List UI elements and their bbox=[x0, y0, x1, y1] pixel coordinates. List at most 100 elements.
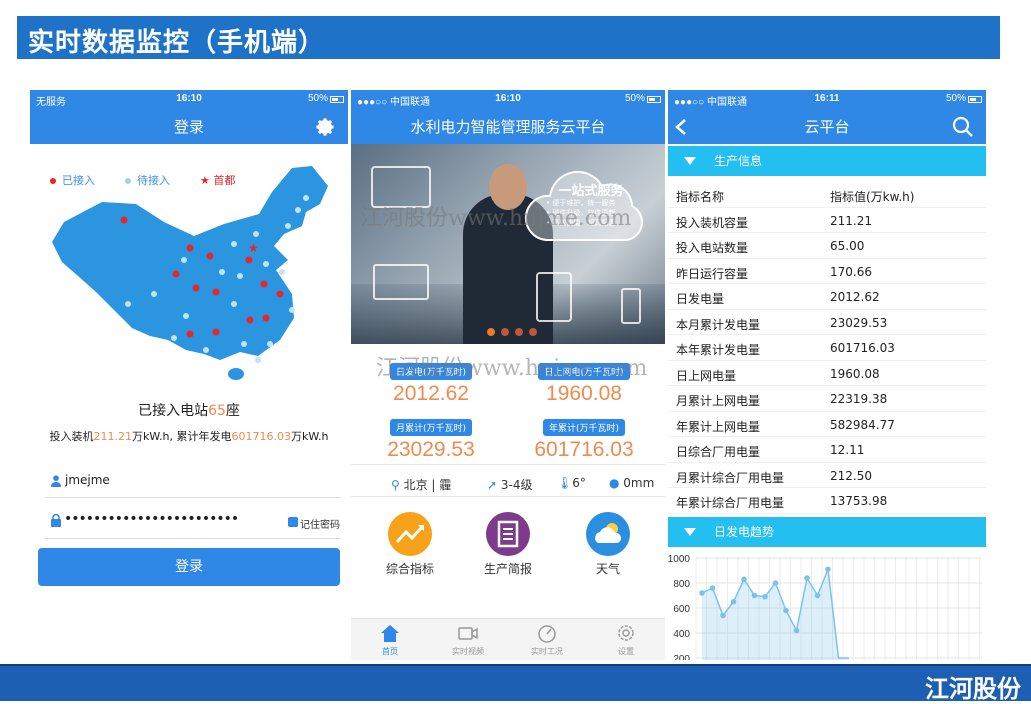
thermometer-icon: 🌡 bbox=[557, 476, 573, 490]
section-daily-trend[interactable]: 日发电趋势 bbox=[668, 517, 986, 547]
nav-bar: 登录 bbox=[30, 110, 348, 144]
y-tick-label: 600 bbox=[673, 604, 690, 615]
y-tick-label: 400 bbox=[673, 629, 690, 640]
capital-star-icon: ★ bbox=[248, 241, 259, 255]
checkbox-icon bbox=[288, 517, 298, 527]
password-underline bbox=[45, 538, 341, 539]
indicators-app-icon[interactable] bbox=[388, 512, 432, 556]
briefing-app-icon[interactable] bbox=[486, 512, 530, 556]
china-map: ★ bbox=[52, 166, 328, 380]
remember-password-checkbox[interactable]: 记住密码 bbox=[288, 516, 348, 531]
divider bbox=[351, 464, 665, 465]
nav-title: 登录 bbox=[173, 118, 204, 136]
back-chevron-icon[interactable] bbox=[674, 118, 688, 136]
hainan-island bbox=[228, 368, 244, 380]
table-row: 日发电量 2012.62 bbox=[668, 284, 986, 310]
cloud-phone-screen: ●●●○○ 中国联通 16:11 50% 云平台 生产信息 指标名称 指标值(万… bbox=[668, 90, 986, 660]
data-point bbox=[772, 580, 779, 586]
username-underline bbox=[45, 497, 341, 498]
capacity-summary: 投入装机211.21万kW.h, 累计年发电601716.03万kW.h bbox=[49, 430, 329, 443]
gauge-icon bbox=[538, 625, 556, 643]
status-time: 16:10 bbox=[176, 93, 202, 104]
weather-app-icon[interactable] bbox=[586, 512, 630, 556]
stat-monthly-total[interactable]: 月累计(万千瓦时) 23029.53 bbox=[356, 416, 506, 462]
status-time: 16:11 bbox=[814, 93, 840, 104]
data-point bbox=[804, 575, 810, 581]
table-row: 投入装机容量 211.21 bbox=[668, 208, 986, 233]
data-point bbox=[741, 576, 747, 583]
table-row: 日上网电量 1960.08 bbox=[668, 361, 986, 386]
table-row: 昨日运行容量 170.66 bbox=[668, 259, 986, 284]
caret-down-icon bbox=[684, 528, 696, 536]
indicator-name: 日发电量 bbox=[676, 292, 725, 306]
indicator-value: 582984.77 bbox=[830, 417, 895, 432]
indicator-value: 601716.03 bbox=[830, 341, 895, 355]
battery-icon bbox=[330, 96, 344, 103]
search-icon[interactable] bbox=[952, 116, 974, 138]
password-value: •••••••••••••••••••••••• bbox=[64, 511, 239, 527]
table-row: 年累计上网电量 582984.77 bbox=[668, 412, 986, 437]
login-phone-screen: 无服务 16:10 50% 登录 已接入 待接入 ★ 首都 ★ 已接入电站65座… bbox=[30, 90, 348, 660]
nav-title: 水利电力智能管理服务云平台 bbox=[410, 118, 606, 136]
slide-title: 实时数据监控（手机端） bbox=[28, 28, 326, 58]
stat-value: 601716.03 bbox=[534, 438, 634, 461]
nav-bar: 水利电力智能管理服务云平台 bbox=[351, 110, 665, 144]
status-bar: 无服务 16:10 50% bbox=[30, 90, 348, 110]
promo-banner[interactable]: 一站式服务 • 便于维护，统一服务 • 硬件升级，软件更新 • 高效快捷，超高配… bbox=[351, 144, 665, 344]
lock-icon bbox=[51, 514, 61, 527]
indicator-name: 日上网电量 bbox=[676, 368, 737, 383]
indicator-name: 本月累计发电量 bbox=[676, 317, 761, 332]
indicator-value: 23029.53 bbox=[830, 315, 888, 330]
battery-label: 50% bbox=[307, 93, 328, 104]
video-camera-icon bbox=[458, 627, 478, 640]
briefing-app-label[interactable]: 生产简报 bbox=[468, 560, 548, 577]
stat-label: 月累计(万千瓦时) bbox=[389, 419, 473, 436]
gear-icon[interactable] bbox=[314, 116, 336, 138]
indicator-name: 月累计综合厂用电量 bbox=[676, 470, 785, 485]
status-bar: ●●●○○ 中国联通 16:10 50% bbox=[351, 90, 665, 110]
section-production-info[interactable]: 生产信息 bbox=[668, 146, 986, 176]
user-icon bbox=[51, 475, 61, 487]
tab-live-status[interactable]: 实时工况 bbox=[508, 623, 586, 657]
indicators-app-label[interactable]: 综合指标 bbox=[370, 560, 450, 577]
username-field[interactable]: jmejme bbox=[45, 470, 341, 492]
home-icon bbox=[381, 625, 399, 642]
data-point bbox=[730, 598, 737, 605]
tab-live-video[interactable]: 实时视频 bbox=[429, 623, 507, 657]
username-value: jmejme bbox=[65, 473, 110, 487]
stations-count: 65 bbox=[208, 403, 226, 419]
indicator-name: 年累计综合厂用电量 bbox=[676, 496, 785, 510]
caret-down-icon bbox=[684, 157, 696, 165]
y-tick-label: 200 bbox=[673, 654, 690, 660]
watermark-text: 江河股份www.hnjme.com bbox=[360, 206, 632, 231]
indicator-name: 本年累计发电量 bbox=[676, 343, 761, 357]
raindrop-icon: ● bbox=[609, 476, 624, 490]
nav-title: 云平台 bbox=[804, 118, 850, 136]
indicator-value: 211.21 bbox=[830, 213, 872, 228]
wind-arrow-icon: ➚ bbox=[487, 478, 501, 492]
phone-icon bbox=[621, 288, 641, 324]
annual-gen-value: 601716.03 bbox=[231, 430, 292, 443]
weather-app-label[interactable]: 天气 bbox=[568, 560, 648, 577]
watermark-text: 江河股份www.hnjme.com bbox=[376, 356, 648, 381]
nav-bar: 云平台 bbox=[668, 110, 986, 144]
stat-annual-total[interactable]: 年累计(万千瓦时) 601716.03 bbox=[509, 416, 659, 462]
indicator-value: 22319.38 bbox=[830, 392, 888, 406]
data-point bbox=[793, 627, 800, 634]
indicator-value: 12.11 bbox=[830, 443, 865, 457]
y-tick-label: 1000 bbox=[668, 554, 690, 565]
table-header: 指标名称 指标值(万kw.h) bbox=[668, 182, 986, 208]
footer-brand: 江河股份 bbox=[925, 675, 1021, 703]
table-row: 月累计上网电量 22319.38 bbox=[668, 386, 986, 412]
indicator-name: 月累计上网电量 bbox=[676, 394, 761, 408]
tab-home[interactable]: 首页 bbox=[351, 623, 429, 657]
table-row: 投入电站数量 65.00 bbox=[668, 233, 986, 259]
carousel-dots[interactable] bbox=[481, 328, 541, 338]
indicator-name: 年累计上网电量 bbox=[676, 419, 761, 434]
indicator-name: 投入装机容量 bbox=[676, 215, 749, 230]
indicator-name: 投入电站数量 bbox=[676, 241, 749, 255]
tab-settings[interactable]: 设置 bbox=[587, 623, 665, 657]
data-point bbox=[762, 593, 768, 600]
banner-heading: 一站式服务 bbox=[558, 184, 624, 199]
login-button[interactable]: 登录 bbox=[38, 548, 340, 586]
